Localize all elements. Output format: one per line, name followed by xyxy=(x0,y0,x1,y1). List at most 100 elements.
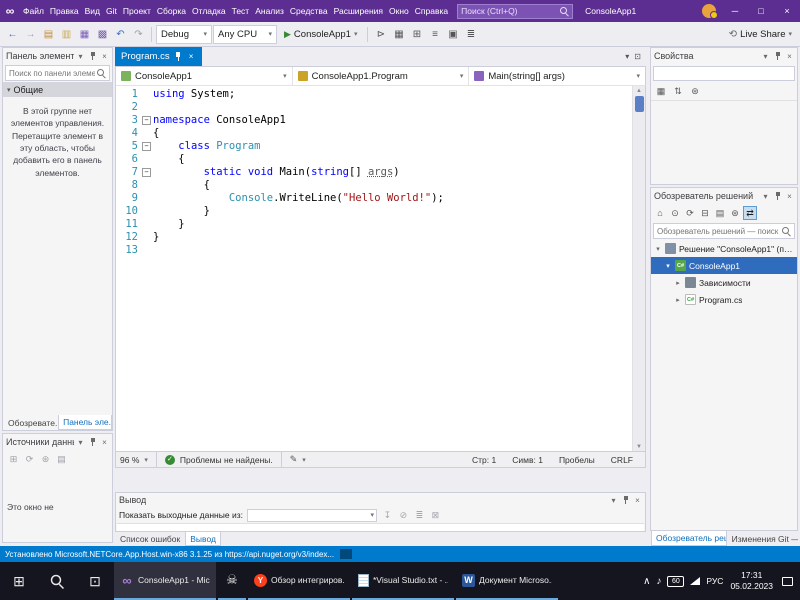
taskbar-app-skull[interactable]: ☠ xyxy=(218,562,246,600)
code-line[interactable]: 7− static void Main(string[] args) xyxy=(116,166,632,179)
right-panel-tab[interactable]: Обозреватель реше... xyxy=(651,531,727,546)
navigate-backward-icon[interactable]: ← xyxy=(4,25,21,44)
problems-status[interactable]: Проблемы не найдены. xyxy=(180,455,273,465)
add-data-source-icon[interactable]: ⊞ xyxy=(7,454,20,465)
line-indicator[interactable]: Стр: 1 xyxy=(472,455,496,465)
spaces-indicator[interactable]: Пробелы xyxy=(559,455,595,465)
user-avatar[interactable] xyxy=(702,4,718,19)
data-sources-header[interactable]: Источники данных ▾× xyxy=(3,434,112,450)
network-icon[interactable] xyxy=(687,577,703,585)
action-center-button[interactable] xyxy=(777,576,797,586)
refresh-icon[interactable]: ⟳ xyxy=(23,454,36,465)
taskbar-app-vs[interactable]: ∞ ConsoleApp1 - Mic... xyxy=(114,562,216,600)
code-editor[interactable]: 1 using System; 2 3− namespace ConsoleApp1 4{… xyxy=(115,86,646,452)
scroll-up-icon[interactable]: ▲ xyxy=(636,86,642,95)
task-view-button[interactable]: ⊡ xyxy=(76,562,114,600)
toggle-output-icon[interactable]: ⊠ xyxy=(429,510,442,521)
navigate-list-icon[interactable]: ≡ xyxy=(426,25,443,44)
code-line[interactable]: 1 using System; xyxy=(116,88,632,101)
menu-item-11[interactable]: Окно xyxy=(386,0,412,22)
editor-scrollbar[interactable]: ▲ ▼ xyxy=(632,86,645,451)
tray-expand-icon[interactable]: ∧ xyxy=(640,576,653,587)
undo-icon[interactable]: ↶ xyxy=(112,25,129,44)
tab-program-cs[interactable]: Program.cs × xyxy=(115,47,202,66)
collapse-icon[interactable]: − xyxy=(142,168,151,177)
output-content[interactable] xyxy=(117,523,644,531)
output-header[interactable]: Вывод ▾ × xyxy=(116,493,645,507)
scrollbar-thumb[interactable] xyxy=(634,96,644,112)
expander-icon[interactable]: ▾ xyxy=(664,262,672,270)
edit-mode-icon[interactable]: ✎ xyxy=(290,454,298,465)
right-panel-tab[interactable]: Изменения Git — п... xyxy=(728,531,798,546)
bottom-panel-tab[interactable]: Вывод xyxy=(185,532,221,546)
pin-icon[interactable] xyxy=(174,52,183,61)
close-icon[interactable]: × xyxy=(633,496,642,505)
char-indicator[interactable]: Симв: 1 xyxy=(512,455,543,465)
bookmark-icon[interactable]: ▣ xyxy=(444,25,461,44)
menu-item-1[interactable]: Правка xyxy=(47,0,82,22)
live-share-button[interactable]: ⟲ Live Share ▾ xyxy=(729,29,796,40)
taskbar-app-notepad[interactable]: *Visual Studio.txt - ... xyxy=(352,562,454,600)
code-line[interactable]: 11 } xyxy=(116,218,632,231)
categorized-icon[interactable]: ▦ xyxy=(654,86,668,97)
switch-views-icon[interactable]: ⌂ xyxy=(653,206,667,220)
word-wrap-icon[interactable]: ≣ xyxy=(413,510,426,521)
menu-item-2[interactable]: Вид xyxy=(82,0,103,22)
start-debugging-button[interactable]: ▶ ConsoleApp1 ▾ xyxy=(278,29,363,40)
refresh-icon[interactable]: ⟳ xyxy=(683,206,697,220)
code-line[interactable]: 6 { xyxy=(116,153,632,166)
tree-item[interactable]: ▸ C# Program.cs xyxy=(651,291,797,308)
grid-icon[interactable]: ▤ xyxy=(55,454,68,465)
snippet-icon[interactable]: ▦ xyxy=(390,25,407,44)
redo-icon[interactable]: ↷ xyxy=(130,25,147,44)
attach-to-process-icon[interactable]: ⊳ xyxy=(372,25,389,44)
save-all-icon[interactable]: ▩ xyxy=(94,25,111,44)
clear-all-icon[interactable]: ⊘ xyxy=(397,510,410,521)
float-window-icon[interactable]: ⊡ xyxy=(634,52,641,61)
code-line[interactable]: 3− namespace ConsoleApp1 xyxy=(116,114,632,127)
scroll-down-icon[interactable]: ▼ xyxy=(636,442,642,451)
menu-item-5[interactable]: Сборка xyxy=(154,0,189,22)
tree-item[interactable]: ▾ C# ConsoleApp1 xyxy=(651,257,797,274)
menu-item-4[interactable]: Проект xyxy=(120,0,154,22)
expander-icon[interactable]: ▸ xyxy=(674,279,682,287)
fold-marker[interactable]: − xyxy=(140,114,153,127)
close-button[interactable]: × xyxy=(774,0,800,22)
code-line[interactable]: 12} xyxy=(116,231,632,244)
close-icon[interactable]: × xyxy=(100,438,109,447)
bottom-panel-tab[interactable]: Список ошибок xyxy=(116,532,184,546)
expander-icon[interactable]: ▾ xyxy=(654,245,662,253)
menu-item-10[interactable]: Расширения xyxy=(331,0,386,22)
language-indicator[interactable]: РУС xyxy=(703,576,726,586)
show-all-files-icon[interactable]: ▤ xyxy=(713,206,727,220)
expander-icon[interactable]: ▸ xyxy=(674,296,682,304)
zoom-level[interactable]: 96 % xyxy=(120,455,139,465)
tree-item[interactable]: ▾ Решение "ConsoleApp1" (проекты: 1 из 1) xyxy=(651,240,797,257)
minimize-button[interactable]: ─ xyxy=(722,0,748,22)
code-line[interactable]: 8 { xyxy=(116,179,632,192)
open-file-icon[interactable]: ▥ xyxy=(58,25,75,44)
solution-search-input[interactable]: Обозреватель решений — поиск (Ctrl+ж) xyxy=(653,223,795,239)
alphabetical-icon[interactable]: ⇅ xyxy=(671,86,685,97)
menu-item-6[interactable]: Отладка xyxy=(189,0,229,22)
menu-item-12[interactable]: Справка xyxy=(412,0,451,22)
code-line[interactable]: 13 xyxy=(116,244,632,257)
tool-window-tab[interactable]: Обозревате... xyxy=(4,415,57,430)
filter-icon[interactable]: ⊙ xyxy=(668,206,682,220)
pin-icon[interactable] xyxy=(773,191,782,201)
platform-dropdown[interactable]: Any CPU ▾ xyxy=(213,24,277,44)
pin-icon[interactable] xyxy=(88,51,97,61)
menu-item-8[interactable]: Анализ xyxy=(252,0,287,22)
document-list-icon[interactable]: ▾ xyxy=(625,52,629,61)
window-position-icon[interactable]: ▾ xyxy=(76,52,85,61)
volume-icon[interactable]: ♪ xyxy=(653,576,664,587)
code-line[interactable]: 10 } xyxy=(116,205,632,218)
indent-icon[interactable]: ≣ xyxy=(462,25,479,44)
pin-icon[interactable] xyxy=(621,495,630,505)
collapse-icon[interactable]: − xyxy=(142,116,151,125)
window-position-icon[interactable]: ▾ xyxy=(76,438,85,447)
quick-search-box[interactable]: Поиск (Ctrl+Q) xyxy=(457,3,574,19)
nav-dropdown-0[interactable]: ConsoleApp1 ▾ xyxy=(116,67,293,85)
nav-dropdown-1[interactable]: ConsoleApp1.Program ▾ xyxy=(293,67,470,85)
sync-with-active-document-icon[interactable]: ⇄ xyxy=(743,206,757,220)
